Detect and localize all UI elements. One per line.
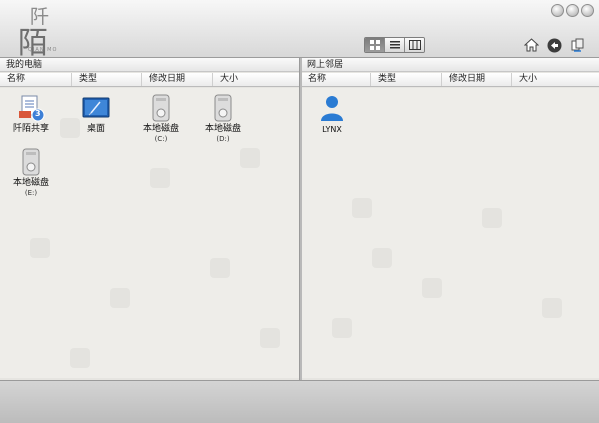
grid-icon [369, 40, 380, 50]
refresh-icon [571, 38, 583, 52]
column-view-button[interactable] [405, 38, 424, 52]
column-header-size[interactable]: 大小 [213, 73, 299, 86]
network-item-lynx[interactable]: LYNX [302, 94, 362, 135]
desktop-icon [82, 94, 110, 122]
column-header-type[interactable]: 类型 [371, 73, 442, 86]
file-item-disk-e[interactable]: 本地磁盘 (E:) [1, 148, 61, 197]
status-bar [0, 380, 599, 423]
logo-char-main: 陌 [18, 26, 48, 61]
disk-icon [209, 94, 237, 122]
drive-letter: (C:) [154, 135, 168, 143]
back-arrow-icon [547, 38, 561, 52]
column-header-name[interactable]: 名称 [301, 73, 371, 86]
home-button[interactable] [523, 37, 539, 53]
disk-icon [147, 94, 175, 122]
right-pane-title-bar: 网上邻居 [301, 58, 599, 72]
back-button[interactable] [546, 37, 562, 53]
left-pane-title-bar: 我的电脑 [0, 58, 299, 72]
left-column-headers: 名称 类型 修改日期 大小 [0, 73, 299, 87]
icon-view-button[interactable] [365, 38, 385, 52]
list-icon [389, 41, 400, 49]
drive-letter: (E:) [24, 189, 38, 197]
home-icon [523, 38, 539, 52]
column-header-modified[interactable]: 修改日期 [442, 73, 512, 86]
file-label: LYNX [322, 125, 342, 134]
minimize-button[interactable] [551, 4, 564, 17]
column-header-modified[interactable]: 修改日期 [142, 73, 213, 86]
share-folder-icon: 3 [17, 94, 45, 122]
file-item-desktop[interactable]: 桌面 [66, 94, 126, 135]
file-item-disk-d[interactable]: 本地磁盘 (D:) [193, 94, 253, 143]
user-icon [318, 94, 346, 122]
file-item-disk-c[interactable]: 本地磁盘 (C:) [131, 94, 191, 143]
column-header-name[interactable]: 名称 [0, 73, 72, 86]
title-bar: 阡 陌 QIAN MO [0, 0, 599, 61]
column-header-size[interactable]: 大小 [512, 73, 599, 86]
logo-subtitle: QIAN MO [28, 47, 58, 53]
columns-icon [408, 40, 421, 50]
file-item-shared[interactable]: 3 阡陌共享 [1, 94, 61, 135]
my-computer-pane: 3 阡陌共享 桌面 本地磁盘 (C:) 本地磁盘 (D:) 本地磁盘 (E:) [0, 88, 299, 378]
file-label: 本地磁盘 [142, 124, 179, 134]
file-label: 本地磁盘 [12, 178, 49, 188]
close-button[interactable] [581, 4, 594, 17]
share-count-badge: 3 [35, 109, 41, 118]
file-label: 本地磁盘 [204, 124, 241, 134]
disk-icon [17, 148, 45, 176]
list-view-button[interactable] [385, 38, 405, 52]
app-logo: 阡 陌 QIAN MO [18, 2, 62, 61]
network-neighborhood-pane: LYNX [302, 88, 599, 378]
file-label: 阡陌共享 [12, 124, 49, 134]
drive-letter: (D:) [216, 135, 230, 143]
refresh-button[interactable] [569, 37, 585, 53]
file-label: 桌面 [86, 124, 105, 134]
column-header-type[interactable]: 类型 [72, 73, 142, 86]
right-pane-title: 网上邻居 [307, 60, 344, 70]
view-mode-switch [364, 37, 425, 53]
maximize-button[interactable] [566, 4, 579, 17]
right-column-headers: 名称 类型 修改日期 大小 [301, 73, 599, 87]
left-pane-title: 我的电脑 [6, 60, 43, 70]
